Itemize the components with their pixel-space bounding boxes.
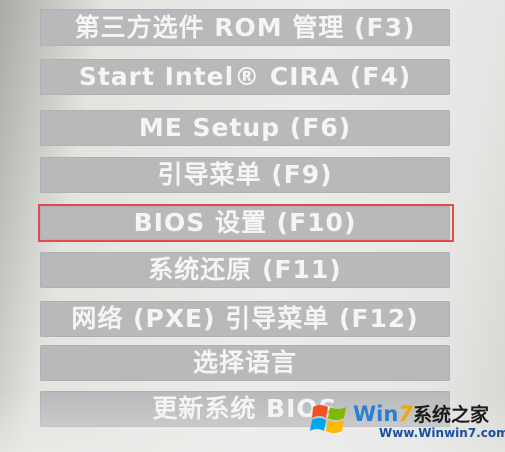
menu-item-language[interactable]: 选择语言 bbox=[40, 345, 450, 381]
menu-item-label: 选择语言 bbox=[192, 348, 297, 377]
menu-item-me-setup[interactable]: ME Setup (F6) bbox=[40, 110, 450, 146]
menu-item-label: 第三方选件 ROM 管理 (F3) bbox=[74, 13, 416, 42]
boot-menu: 第三方选件 ROM 管理 (F3) Start Intel® CIRA (F4)… bbox=[0, 0, 505, 452]
menu-item-label: 更新系统 BIOS bbox=[152, 394, 338, 423]
menu-item-label: BIOS 设置 (F10) bbox=[133, 208, 357, 237]
menu-item-intel-cira[interactable]: Start Intel® CIRA (F4) bbox=[40, 59, 450, 95]
menu-item-label: 引导菜单 (F9) bbox=[157, 160, 333, 189]
menu-item-label: ME Setup (F6) bbox=[138, 113, 352, 142]
menu-item-network-boot[interactable]: 网络 (PXE) 引导菜单 (F12) bbox=[40, 301, 450, 337]
menu-item-boot-menu[interactable]: 引导菜单 (F9) bbox=[40, 157, 450, 193]
menu-item-system-recovery[interactable]: 系统还原 (F11) bbox=[40, 252, 450, 288]
menu-item-label: 系统还原 (F11) bbox=[148, 255, 342, 284]
menu-item-label: 网络 (PXE) 引导菜单 (F12) bbox=[71, 304, 419, 333]
menu-item-label: Start Intel® CIRA (F4) bbox=[78, 62, 412, 91]
menu-item-bios-setup[interactable]: BIOS 设置 (F10) bbox=[40, 206, 450, 240]
menu-item-option-rom[interactable]: 第三方选件 ROM 管理 (F3) bbox=[40, 9, 450, 46]
menu-item-update-bios[interactable]: 更新系统 BIOS bbox=[40, 391, 450, 427]
